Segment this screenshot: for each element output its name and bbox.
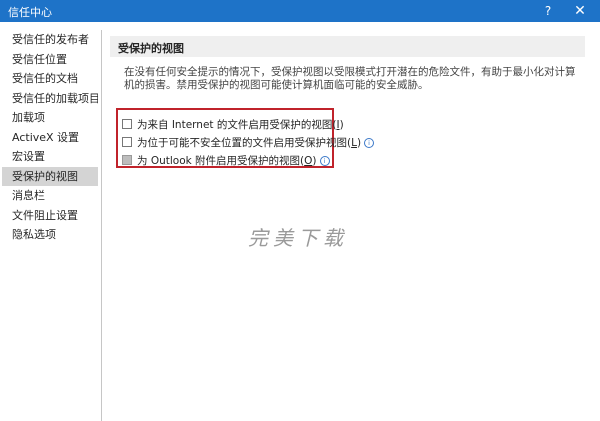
sidebar-divider (101, 30, 102, 421)
title-bar[interactable]: 信任中心 ? ✕ (0, 0, 600, 22)
option-internet-files[interactable]: 为来自 Internet 的文件启用受保护的视图(I) (122, 117, 344, 131)
section-header: 受保护的视图 (110, 36, 585, 57)
sidebar-item-addins[interactable]: 加载项 (2, 108, 98, 128)
unsafe-locations-checkbox[interactable] (122, 137, 132, 147)
info-icon[interactable]: i (319, 156, 330, 166)
dialog-body: 受信任的发布者 受信任位置 受信任的文档 受信任的加载项目录 加载项 Activ… (0, 22, 600, 421)
trust-center-dialog: 信任中心 ? ✕ 受信任的发布者 受信任位置 受信任的文档 受信任的加载项目录 … (0, 0, 600, 421)
internet-files-suffix: ) (339, 119, 344, 131)
window-title: 信任中心 (8, 6, 52, 19)
sidebar-item-protected-view[interactable]: 受保护的视图 (2, 166, 98, 186)
outlook-attachments-suffix: ) (312, 155, 317, 167)
sidebar-item-file-block-settings[interactable]: 文件阻止设置 (2, 206, 98, 226)
sidebar: 受信任的发布者 受信任位置 受信任的文档 受信任的加载项目录 加载项 Activ… (2, 30, 98, 245)
option-outlook-attachments: 为 Outlook 附件启用受保护的视图(O) i (122, 153, 330, 167)
outlook-attachments-checkbox (122, 155, 132, 165)
sidebar-item-message-bar[interactable]: 消息栏 (2, 186, 98, 206)
unsafe-locations-label: 为位于可能不安全位置的文件启用受保护视图( (137, 137, 352, 149)
sidebar-item-trusted-addin-catalogs[interactable]: 受信任的加载项目录 (2, 89, 98, 109)
section-description: 在没有任何安全提示的情况下，受保护视图以受限模式打开潜在的危险文件，有助于最小化… (124, 66, 576, 91)
internet-files-label: 为来自 Internet 的文件启用受保护的视图( (137, 119, 337, 131)
close-button[interactable]: ✕ (566, 0, 594, 22)
sidebar-item-privacy-options[interactable]: 隐私选项 (2, 225, 98, 245)
help-button[interactable]: ? (534, 0, 562, 22)
info-icon[interactable]: i (364, 138, 375, 148)
sidebar-item-trusted-publishers[interactable]: 受信任的发布者 (2, 30, 98, 50)
sidebar-item-trusted-locations[interactable]: 受信任位置 (2, 50, 98, 70)
sidebar-item-macro-settings[interactable]: 宏设置 (2, 147, 98, 167)
option-unsafe-locations[interactable]: 为位于可能不安全位置的文件启用受保护视图(L) i (122, 135, 375, 149)
sidebar-item-activex-settings[interactable]: ActiveX 设置 (2, 128, 98, 148)
watermark: 完美下载 (248, 226, 348, 250)
internet-files-checkbox[interactable] (122, 119, 132, 129)
sidebar-item-trusted-documents[interactable]: 受信任的文档 (2, 69, 98, 89)
unsafe-locations-suffix: ) (356, 137, 362, 149)
outlook-attachments-label: 为 Outlook 附件启用受保护的视图( (137, 155, 305, 167)
section-title: 受保护的视图 (118, 42, 184, 55)
